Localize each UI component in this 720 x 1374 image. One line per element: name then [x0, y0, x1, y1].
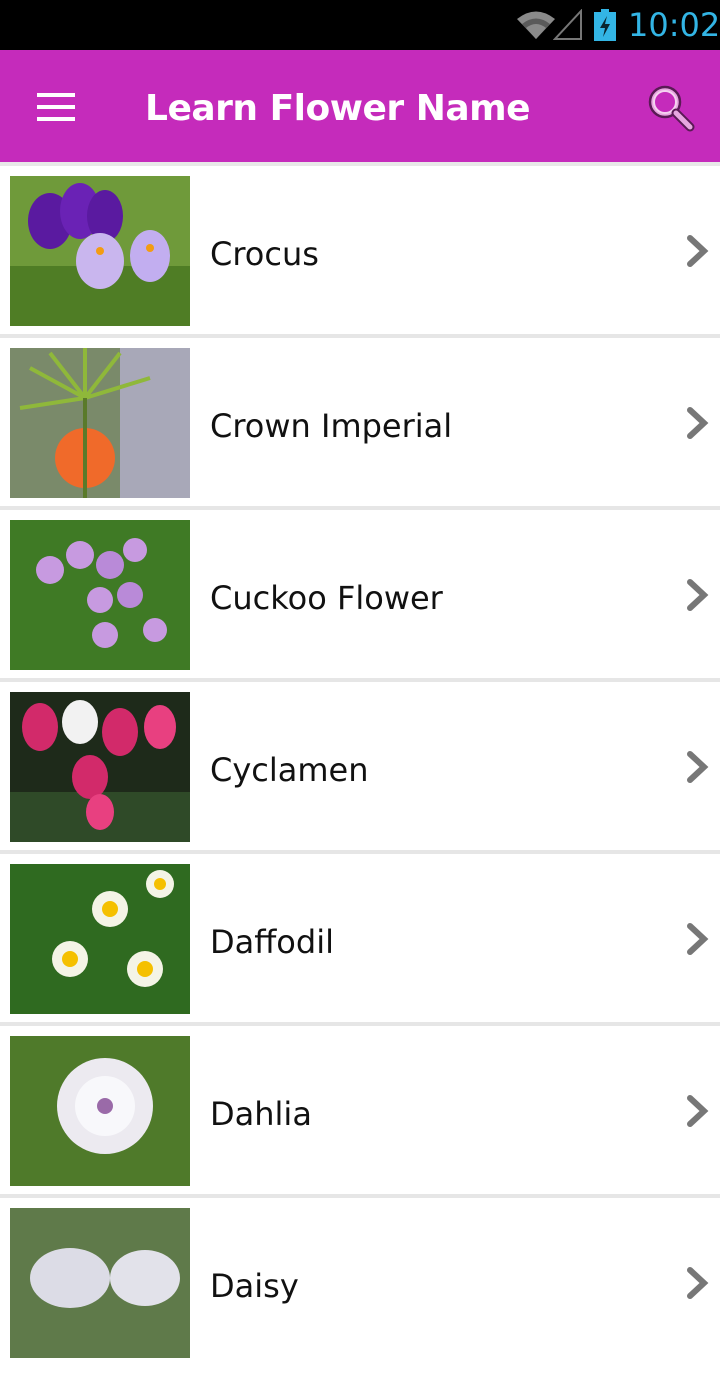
cuckoo-flower-photo [10, 520, 190, 670]
menu-icon[interactable] [37, 93, 75, 121]
chevron-right-icon [687, 235, 709, 267]
chevron-right-icon [687, 407, 709, 439]
flower-name: Cyclamen [210, 751, 369, 789]
crocus-photo [10, 176, 190, 326]
battery-charging-icon [594, 9, 616, 41]
flower-name: Crocus [210, 235, 319, 273]
dahlia-photo [10, 1036, 190, 1186]
chevron-right-icon [687, 1095, 709, 1127]
chevron-right-icon [687, 923, 709, 955]
cell-signal-icon [553, 9, 582, 40]
status-bar: 10:02 [0, 0, 720, 50]
flower-name: Daisy [210, 1267, 299, 1305]
search-icon[interactable] [645, 82, 697, 134]
list-item[interactable]: Cyclamen [0, 678, 720, 850]
list-item[interactable]: Daffodil [0, 850, 720, 1022]
flower-name: Daffodil [210, 923, 334, 961]
crown-imperial-photo [10, 348, 190, 498]
wifi-icon [517, 11, 555, 39]
flower-name: Cuckoo Flower [210, 579, 443, 617]
cyclamen-photo [10, 692, 190, 842]
chevron-right-icon [687, 579, 709, 611]
list-item[interactable]: Crown Imperial [0, 334, 720, 506]
flower-list[interactable]: Crocus Crown Imperial Cuckoo Flower Cycl… [0, 162, 720, 1366]
daisy-photo [10, 1208, 190, 1358]
clock: 10:02 [628, 6, 720, 44]
list-item[interactable]: Daisy [0, 1194, 720, 1366]
page-title: Learn Flower Name [145, 88, 531, 129]
chevron-right-icon [687, 1267, 709, 1299]
flower-name: Dahlia [210, 1095, 312, 1133]
flower-name: Crown Imperial [210, 407, 453, 445]
chevron-right-icon [687, 751, 709, 783]
list-item[interactable]: Cuckoo Flower [0, 506, 720, 678]
list-item[interactable]: Crocus [0, 162, 720, 334]
list-item[interactable]: Dahlia [0, 1022, 720, 1194]
daffodil-photo [10, 864, 190, 1014]
